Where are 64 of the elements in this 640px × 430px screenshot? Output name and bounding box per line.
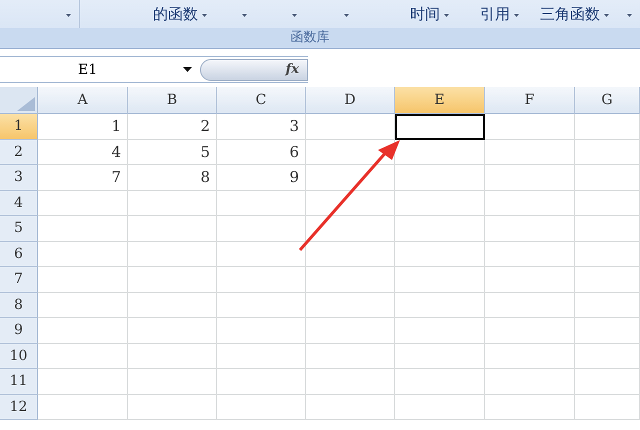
- ribbon-dropdown-button[interactable]: [342, 12, 351, 16]
- caret-icon: [292, 14, 297, 16]
- empty-cell: [575, 267, 640, 292]
- column-header[interactable]: F: [485, 87, 575, 114]
- caret-icon: [444, 14, 449, 16]
- table-cell: 8: [128, 165, 217, 190]
- ribbon-dropdown-button[interactable]: 引用: [478, 4, 521, 24]
- table-cell: 9: [217, 165, 306, 190]
- empty-cell: [575, 344, 640, 369]
- row-header[interactable]: 7: [0, 267, 38, 292]
- caret-icon: [604, 14, 609, 16]
- table-cell: 3: [217, 114, 306, 140]
- name-box[interactable]: E1: [0, 57, 200, 82]
- row-header[interactable]: 12: [0, 394, 38, 420]
- empty-cell: [575, 292, 640, 318]
- ribbon-dropdown-button[interactable]: [64, 12, 73, 16]
- empty-cell: [575, 242, 640, 267]
- row-header[interactable]: 6: [0, 242, 38, 267]
- row-header[interactable]: 2: [0, 140, 38, 165]
- column-header[interactable]: D: [306, 87, 395, 114]
- ribbon-dropdown-button[interactable]: [625, 12, 634, 16]
- caret-icon: [344, 14, 349, 16]
- ribbon-dropdown-button[interactable]: [290, 12, 299, 16]
- empty-cell: [575, 165, 640, 190]
- table-cell: 6: [217, 140, 306, 165]
- row-header[interactable]: 4: [0, 190, 38, 216]
- ribbon-dropdown-button[interactable]: 三角函数: [538, 4, 611, 24]
- ribbon-dropdown-button[interactable]: 时间: [408, 4, 451, 24]
- column-header[interactable]: E: [395, 87, 485, 114]
- ribbon-dropdown-button[interactable]: 的函数: [151, 4, 209, 24]
- caret-icon: [202, 14, 207, 16]
- row-header[interactable]: 8: [0, 292, 38, 318]
- table-cell: 7: [38, 165, 128, 190]
- insert-function-button[interactable]: fx: [200, 58, 308, 80]
- ribbon-dropdown-button[interactable]: [240, 12, 249, 16]
- empty-cell: [575, 216, 640, 242]
- row-header[interactable]: 11: [0, 369, 38, 394]
- caret-icon: [66, 14, 71, 16]
- column-header[interactable]: G: [575, 87, 640, 114]
- empty-cell: [575, 369, 640, 394]
- table-cell: 4: [38, 140, 128, 165]
- table-cell: 1: [38, 114, 128, 140]
- column-header[interactable]: C: [217, 87, 306, 114]
- caret-icon: [183, 67, 192, 72]
- row-header[interactable]: 3: [0, 165, 38, 190]
- group-label: 函数库: [0, 28, 640, 48]
- table-cell: 5: [128, 140, 217, 165]
- empty-cell: [575, 394, 640, 420]
- caret-icon: [242, 14, 247, 16]
- table-cell: 2: [128, 114, 217, 140]
- row-header[interactable]: 5: [0, 216, 38, 242]
- row-header[interactable]: 1: [0, 114, 38, 140]
- caret-icon: [514, 14, 519, 16]
- column-header[interactable]: A: [38, 87, 128, 114]
- row-header[interactable]: 10: [0, 344, 38, 369]
- triangle-icon: [17, 97, 35, 111]
- empty-cell: [575, 140, 640, 165]
- empty-cell: [575, 318, 640, 344]
- row-header[interactable]: 9: [0, 318, 38, 344]
- caret-icon: [627, 14, 632, 16]
- active-cell[interactable]: [395, 114, 485, 140]
- empty-cell: [575, 114, 640, 140]
- empty-cell: [575, 190, 640, 216]
- column-header[interactable]: B: [128, 87, 217, 114]
